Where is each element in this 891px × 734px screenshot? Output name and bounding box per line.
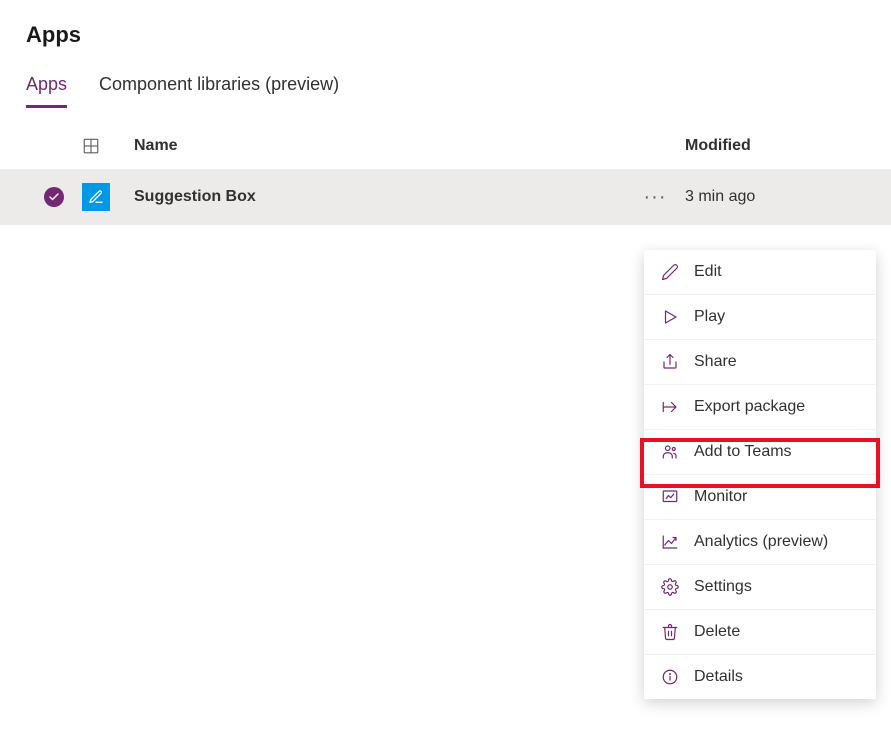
menu-monitor-label: Monitor	[694, 488, 747, 506]
column-header-modified[interactable]: Modified	[685, 137, 865, 155]
table-header: Name Modified	[0, 109, 891, 169]
share-icon	[660, 352, 680, 372]
teams-icon	[660, 442, 680, 462]
tab-apps[interactable]: Apps	[26, 66, 67, 108]
more-actions-icon[interactable]: ···	[644, 187, 667, 207]
menu-export[interactable]: Export package	[644, 384, 876, 429]
menu-monitor[interactable]: Monitor	[644, 474, 876, 519]
menu-details-label: Details	[694, 668, 743, 686]
menu-edit-label: Edit	[694, 263, 722, 281]
menu-delete-label: Delete	[694, 623, 740, 641]
app-type-icon	[82, 183, 110, 211]
table-row[interactable]: Suggestion Box ··· 3 min ago	[0, 169, 891, 225]
menu-add-to-teams[interactable]: Add to Teams	[644, 429, 876, 474]
monitor-icon	[660, 487, 680, 507]
menu-play[interactable]: Play	[644, 294, 876, 339]
analytics-icon	[660, 532, 680, 552]
menu-settings-label: Settings	[694, 578, 752, 596]
menu-analytics[interactable]: Analytics (preview)	[644, 519, 876, 564]
menu-settings[interactable]: Settings	[644, 564, 876, 609]
row-modified: 3 min ago	[685, 188, 865, 206]
delete-icon	[660, 622, 680, 642]
menu-share[interactable]: Share	[644, 339, 876, 384]
page-title: Apps	[0, 0, 891, 66]
settings-icon	[660, 577, 680, 597]
menu-details[interactable]: Details	[644, 654, 876, 699]
menu-add-to-teams-label: Add to Teams	[694, 443, 792, 461]
row-app-name[interactable]: Suggestion Box	[122, 188, 625, 206]
menu-edit[interactable]: Edit	[644, 250, 876, 294]
tabs-bar: Apps Component libraries (preview)	[0, 66, 891, 109]
edit-icon	[660, 262, 680, 282]
export-icon	[660, 397, 680, 417]
menu-delete[interactable]: Delete	[644, 609, 876, 654]
column-header-name[interactable]: Name	[122, 137, 625, 155]
menu-export-label: Export package	[694, 398, 805, 416]
menu-share-label: Share	[694, 353, 737, 371]
apps-column-icon	[82, 137, 122, 155]
details-icon	[660, 667, 680, 687]
menu-play-label: Play	[694, 308, 725, 326]
context-menu: Edit Play Share Export package	[644, 250, 876, 699]
play-icon	[660, 307, 680, 327]
menu-analytics-label: Analytics (preview)	[694, 533, 828, 551]
select-checkmark-icon[interactable]	[44, 187, 64, 207]
tab-component-libraries[interactable]: Component libraries (preview)	[99, 66, 339, 108]
